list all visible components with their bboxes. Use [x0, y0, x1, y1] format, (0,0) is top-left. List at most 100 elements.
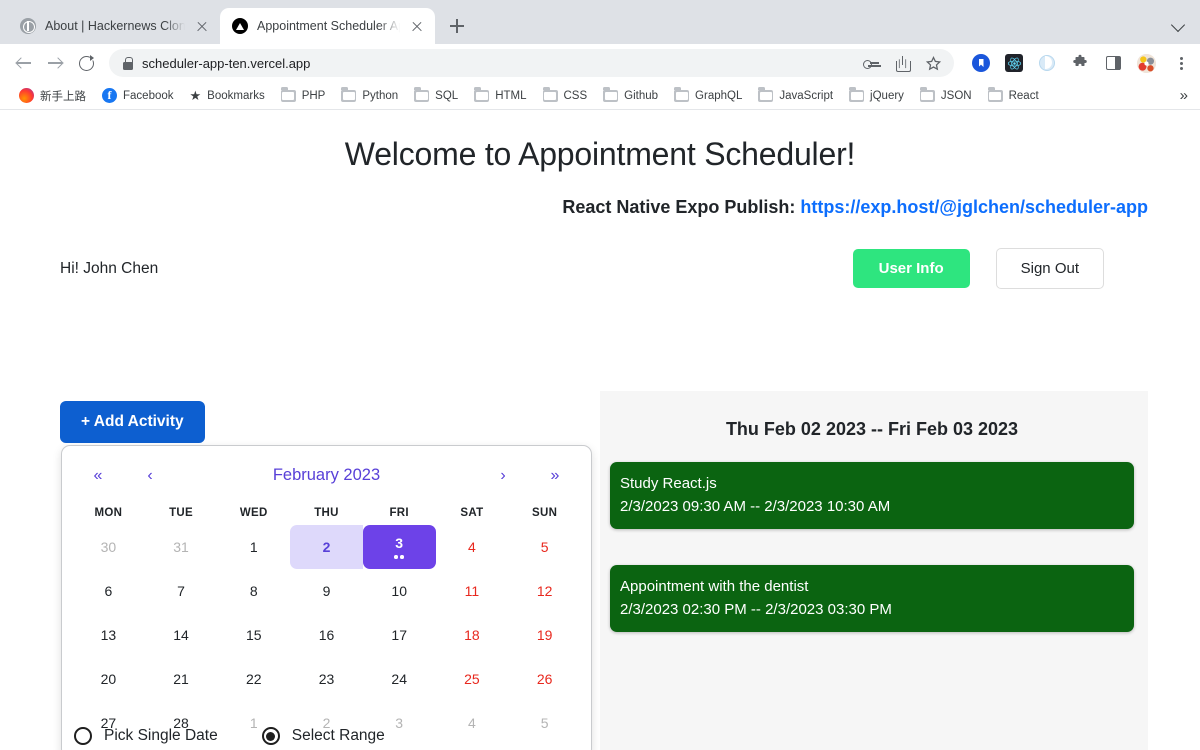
appointment-time: 2/3/2023 02:30 PM -- 2/3/2023 03:30 PM — [620, 601, 892, 618]
close-icon[interactable] — [409, 18, 425, 34]
share-icon[interactable] — [894, 55, 911, 72]
calendar-day-number: 3 — [395, 535, 404, 552]
calendar-day-number: 19 — [536, 627, 553, 643]
radio-button-icon[interactable] — [261, 727, 280, 745]
calendar-day-cell[interactable]: 17 — [363, 613, 436, 657]
bookmark-label: GraphQL — [695, 89, 743, 102]
back-button[interactable] — [10, 49, 38, 77]
folder-icon — [474, 87, 490, 102]
calendar-day-cell[interactable]: 4 — [436, 525, 509, 569]
side-panel-icon[interactable] — [1103, 53, 1123, 73]
calendar-prev-button[interactable]: ‹ — [124, 467, 176, 484]
bookmark-item[interactable]: f Facebook — [94, 88, 182, 103]
folder-icon — [849, 87, 865, 102]
calendar-day-cell[interactable]: 19 — [508, 613, 581, 657]
folder-icon — [341, 87, 357, 102]
address-bar[interactable]: scheduler-app-ten.vercel.app — [109, 49, 954, 77]
calendar-day-number: 21 — [173, 671, 189, 687]
calendar-next-button[interactable]: › — [477, 467, 529, 484]
appointment-card[interactable]: Study React.js 2/3/2023 09:30 AM -- 2/3/2… — [610, 462, 1134, 529]
bookmark-folder[interactable]: CSS — [535, 87, 596, 102]
bookmark-folder[interactable]: JavaScript — [750, 87, 841, 102]
user-info-button[interactable]: User Info — [852, 249, 970, 288]
calendar-day-cell[interactable]: 2 — [290, 525, 363, 569]
appointment-card[interactable]: Appointment with the dentist 2/3/2023 02:… — [610, 565, 1134, 632]
calendar-day-cell[interactable]: 16 — [290, 613, 363, 657]
browser-tab-hackernews[interactable]: About | Hackernews Clone Site — [8, 8, 220, 44]
bookmark-label: CSS — [563, 89, 588, 102]
calendar-day-cell[interactable]: 20 — [72, 657, 145, 701]
calendar-weekday-tue: TUE — [169, 507, 194, 519]
calendar-day-cell[interactable]: 13 — [72, 613, 145, 657]
calendar-navigation: « ‹ February 2023 › » — [72, 460, 581, 489]
reload-button[interactable] — [72, 49, 100, 77]
calendar-day-cell[interactable]: 7 — [145, 569, 218, 613]
calendar-day-number: 22 — [245, 671, 262, 687]
calendar-day-cell[interactable]: 14 — [145, 613, 218, 657]
calendar-day-cell[interactable]: 30 — [72, 525, 145, 569]
bookmark-folder[interactable]: SQL — [406, 87, 466, 102]
calendar-day-cell[interactable]: 22 — [217, 657, 290, 701]
lighthouse-icon[interactable] — [1037, 53, 1057, 73]
radio-option-select-range[interactable]: Select Range — [261, 727, 385, 745]
calendar-day-cell[interactable]: 5 — [508, 701, 581, 745]
calendar-day-cell[interactable]: 24 — [363, 657, 436, 701]
calendar-day-cell[interactable]: 12 — [508, 569, 581, 613]
radio-option-pick-single-date[interactable]: Pick Single Date — [74, 727, 218, 745]
calendar-day-cell[interactable]: 9 — [290, 569, 363, 613]
close-icon[interactable] — [194, 18, 210, 34]
calendar-day-cell[interactable]: 31 — [145, 525, 218, 569]
bookmark-folder[interactable]: Github — [595, 87, 666, 102]
bookmark-item[interactable]: ★ Bookmarks — [182, 89, 273, 102]
bookmarks-overflow-button[interactable]: » — [1180, 87, 1188, 104]
add-activity-button[interactable]: + Add Activity — [60, 401, 205, 443]
expo-url-link[interactable]: https://exp.host/@jglchen/scheduler-app — [800, 197, 1148, 217]
calendar-weekday-mon: MON — [94, 507, 123, 519]
key-icon[interactable] — [863, 55, 880, 72]
forward-button[interactable] — [41, 49, 69, 77]
calendar-day-cell[interactable]: 6 — [72, 569, 145, 613]
three-dot-menu-icon[interactable] — [1173, 55, 1190, 72]
bookmark-item[interactable]: 新手上路 — [11, 88, 94, 104]
bookmark-folder[interactable]: GraphQL — [666, 87, 750, 102]
react-devtools-icon[interactable] — [1004, 53, 1024, 73]
sign-out-button[interactable]: Sign Out — [995, 248, 1104, 289]
calendar-day-cell[interactable]: 15 — [217, 613, 290, 657]
star-icon[interactable] — [925, 55, 942, 72]
puzzle-icon[interactable] — [1070, 53, 1090, 73]
bookmark-folder[interactable]: HTML — [466, 87, 534, 102]
calendar-weekday-fri: FRI — [389, 507, 409, 519]
calendar-day-cell[interactable]: 26 — [508, 657, 581, 701]
calendar-day-cell[interactable]: 10 — [363, 569, 436, 613]
calendar-day-number: 24 — [391, 671, 407, 687]
calendar-day-number: 5 — [540, 715, 549, 731]
calendar-day-cell[interactable]: 5 — [508, 525, 581, 569]
bookmarks-bar: 新手上路 f Facebook ★ Bookmarks PHP Python SQL… — [0, 82, 1200, 110]
calendar-last-button[interactable]: » — [529, 467, 581, 484]
calendar-day-cell[interactable]: 1 — [217, 525, 290, 569]
bookmark-folder[interactable]: JSON — [912, 87, 980, 102]
bookmark-folder[interactable]: Python — [333, 87, 406, 102]
calendar-day-cell[interactable]: 25 — [436, 657, 509, 701]
calendar-day-cell[interactable]: 8 — [217, 569, 290, 613]
chevron-down-icon[interactable] — [1172, 18, 1186, 32]
calendar-day-cell[interactable]: 4 — [436, 701, 509, 745]
calendar-day-number: 8 — [249, 583, 258, 599]
bookmark-folder[interactable]: React — [980, 87, 1047, 102]
profile-avatar-icon[interactable] — [1136, 53, 1156, 73]
new-tab-button[interactable] — [443, 12, 471, 40]
calendar-day-cell[interactable]: 11 — [436, 569, 509, 613]
tab-title: About | Hackernews Clone Site — [45, 19, 185, 33]
calendar-day-cell[interactable]: 18 — [436, 613, 509, 657]
radio-button-icon[interactable] — [74, 727, 92, 745]
bookmark-folder[interactable]: PHP — [273, 87, 334, 102]
calendar-day-number: 12 — [536, 583, 553, 599]
bookmark-blue-icon[interactable] — [971, 53, 991, 73]
bookmark-folder[interactable]: jQuery — [841, 87, 912, 102]
calendar-month-label[interactable]: February 2023 — [176, 466, 477, 485]
calendar-day-cell[interactable]: 23 — [290, 657, 363, 701]
calendar-day-cell[interactable]: 21 — [145, 657, 218, 701]
calendar-first-button[interactable]: « — [72, 467, 124, 484]
browser-tab-scheduler[interactable]: Appointment Scheduler Application — [220, 8, 435, 44]
calendar-day-cell[interactable]: 3 — [362, 525, 436, 569]
